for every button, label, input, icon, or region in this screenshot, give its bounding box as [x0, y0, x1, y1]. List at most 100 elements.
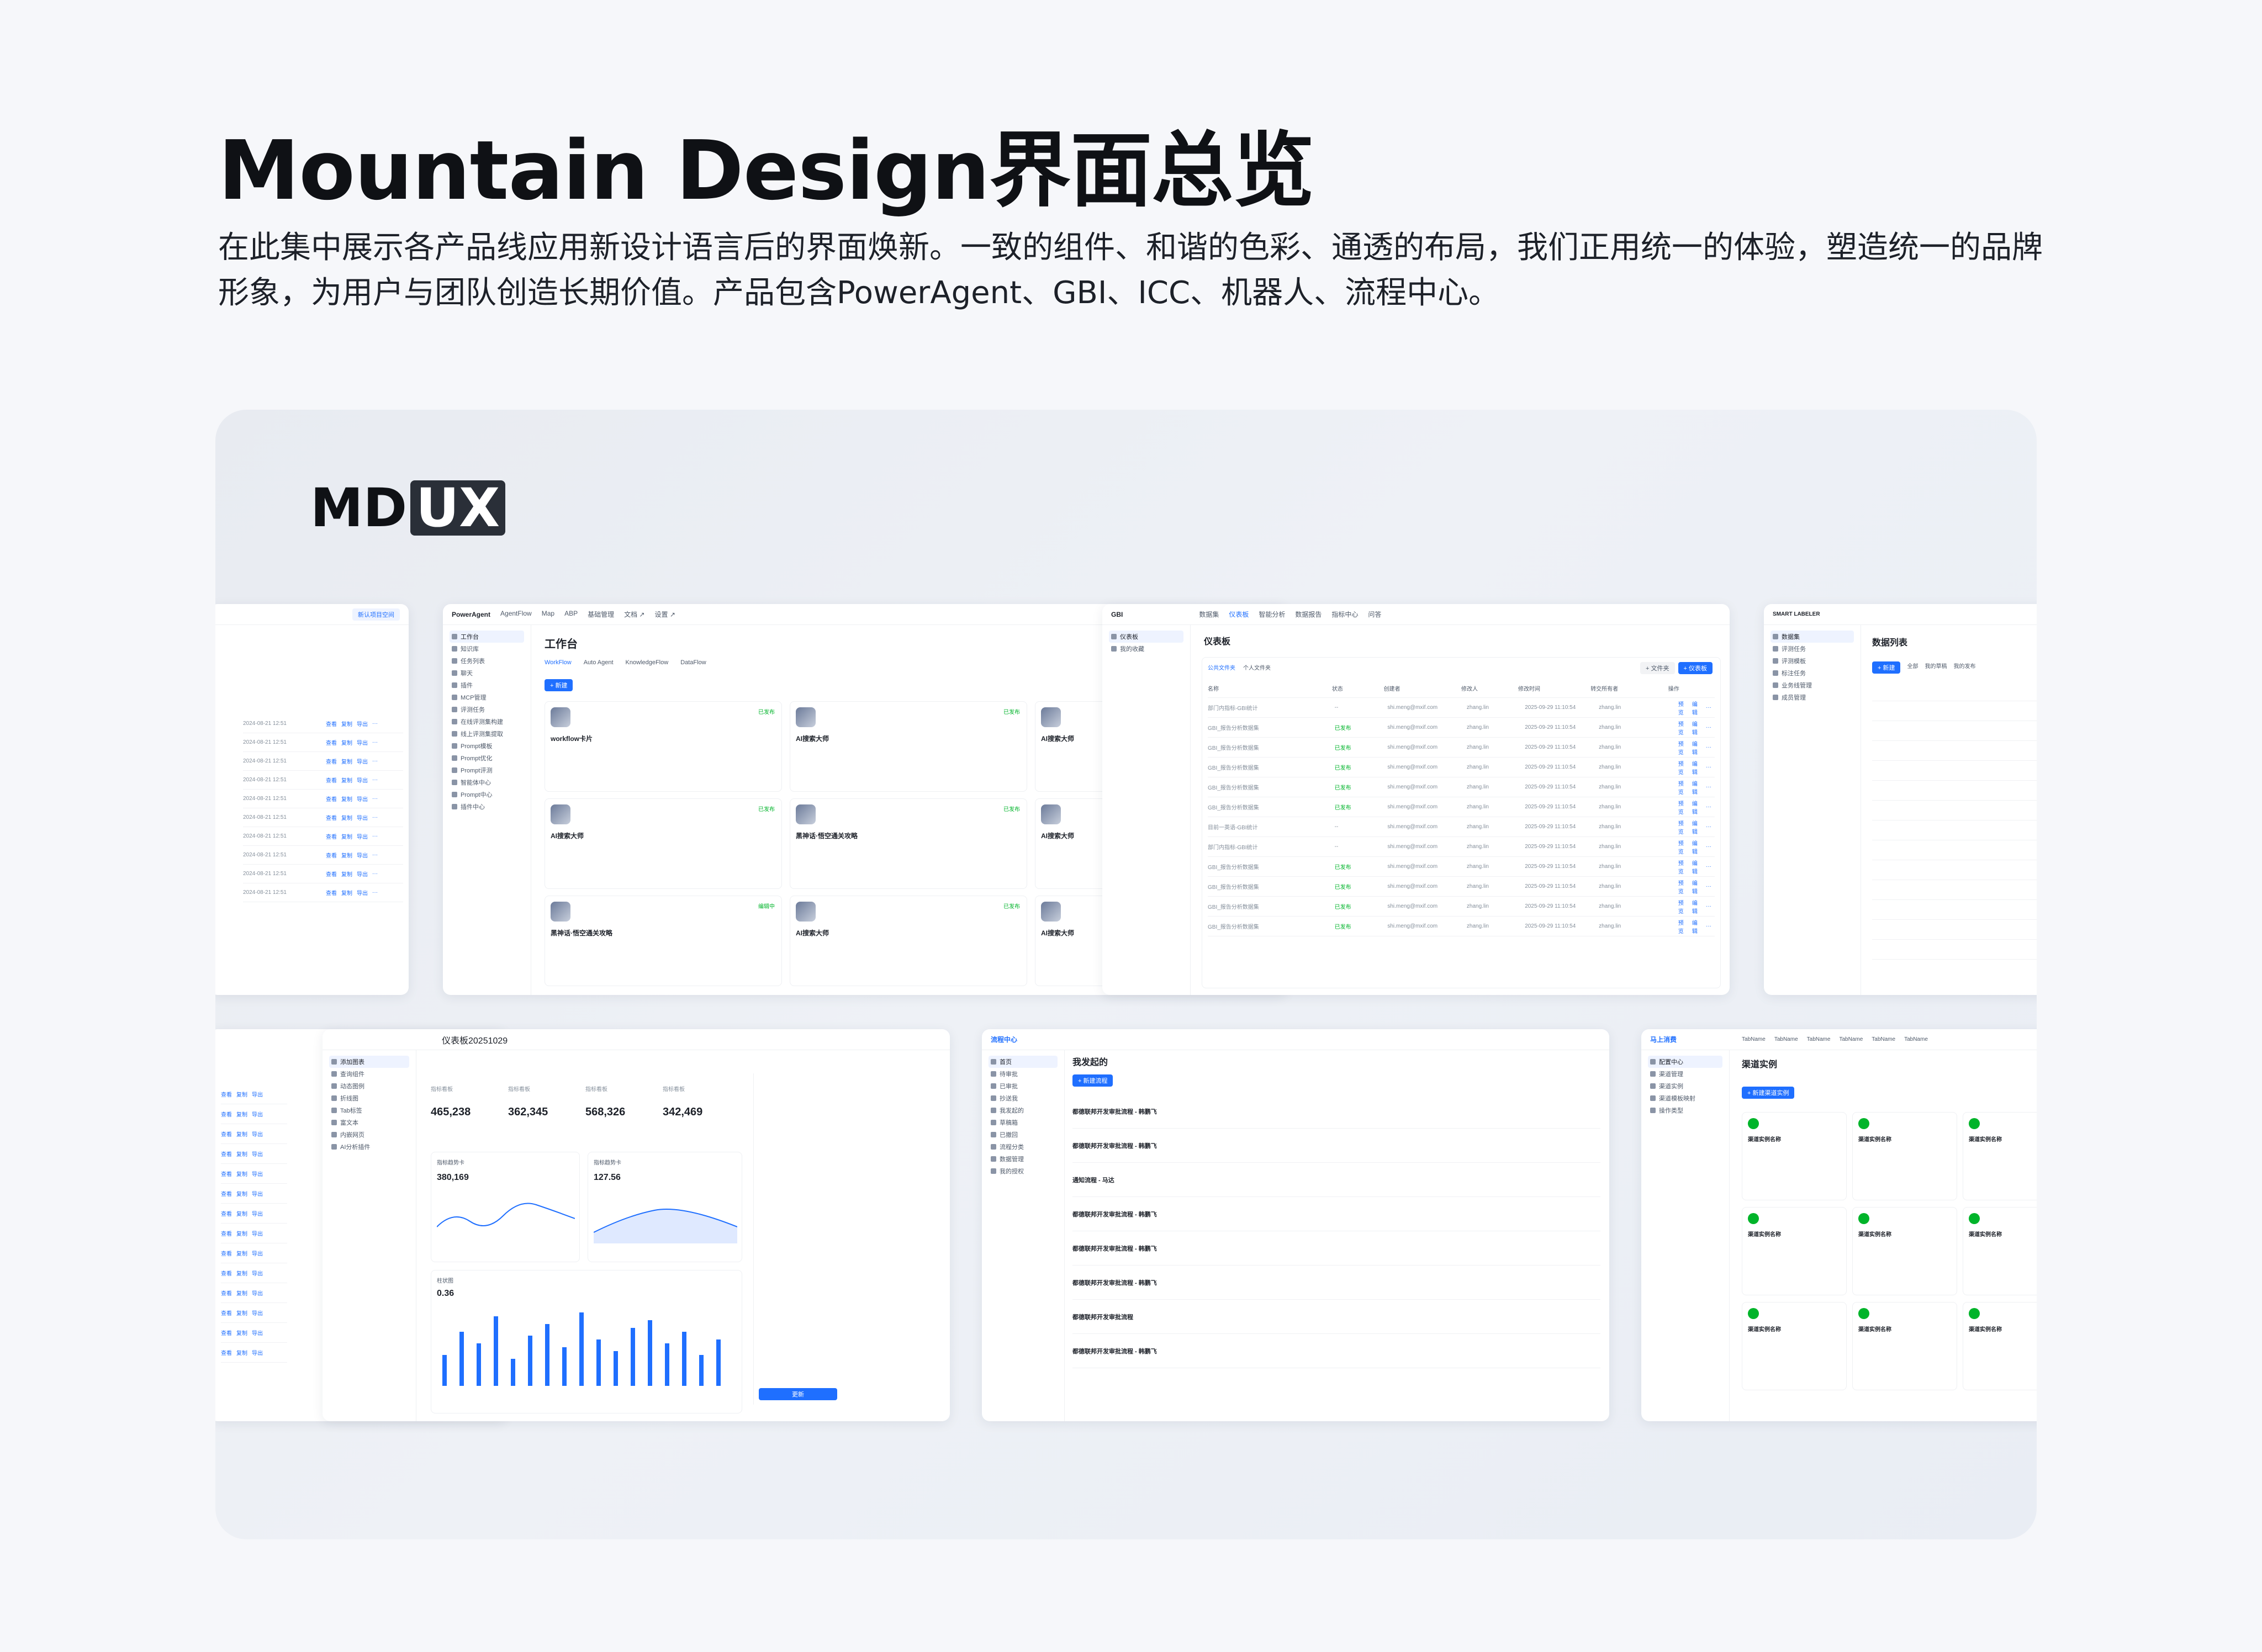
nav-item[interactable]: 基础管理	[588, 610, 614, 619]
action-link[interactable]: 复制	[236, 1269, 247, 1277]
channel-card[interactable]: 渠道实例名称	[1852, 1112, 1957, 1200]
action-link[interactable]: 导出	[357, 813, 368, 822]
action-link[interactable]: 预览	[1678, 819, 1689, 835]
action-link[interactable]: 查看	[221, 1249, 232, 1257]
tab[interactable]: 全部	[1907, 661, 1918, 674]
action-link[interactable]: 复制	[236, 1189, 247, 1198]
channel-card[interactable]: 渠道实例名称	[1963, 1302, 2037, 1390]
sidebar-item[interactable]: 已审批	[989, 1080, 1058, 1092]
sidebar-item[interactable]: 草稿箱	[989, 1116, 1058, 1129]
channel-card[interactable]: 渠道实例名称	[1963, 1112, 2037, 1200]
new-flow-button[interactable]: + 新建流程	[1072, 1074, 1113, 1087]
action-link[interactable]: 导出	[252, 1348, 263, 1357]
new-channel-button[interactable]: + 新建渠道实例	[1742, 1087, 1795, 1099]
flow-row[interactable]: 都德联邦开发审批流程 - 韩鹏飞	[1072, 1334, 1600, 1368]
action-link[interactable]: ···	[1706, 923, 1711, 929]
action-link[interactable]: 复制	[236, 1348, 247, 1357]
nav-item[interactable]: Map	[542, 610, 554, 619]
action-link[interactable]: ···	[372, 739, 378, 745]
action-link[interactable]: 查看	[221, 1289, 232, 1297]
nav-item[interactable]: 智能分析	[1259, 610, 1285, 619]
action-link[interactable]: 查看	[326, 719, 337, 728]
action-link[interactable]: 查看	[326, 738, 337, 746]
agent-card[interactable]: 已发布 AI搜索大师	[545, 798, 782, 889]
channel-card[interactable]: 渠道实例名称	[1852, 1207, 1957, 1295]
sidebar-item[interactable]: 富文本	[329, 1116, 409, 1129]
action-link[interactable]: ···	[372, 814, 378, 820]
action-link[interactable]: 编辑	[1692, 918, 1703, 935]
action-link[interactable]: ···	[1706, 724, 1711, 730]
action-link[interactable]: 导出	[252, 1289, 263, 1297]
action-link[interactable]: 复制	[341, 888, 352, 897]
action-link[interactable]: 导出	[357, 719, 368, 728]
action-link[interactable]: 复制	[341, 738, 352, 746]
action-link[interactable]: 导出	[252, 1269, 263, 1277]
flow-row[interactable]: 都德联邦开发审批流程 - 韩鹏飞	[1072, 1266, 1600, 1300]
sidebar-item[interactable]: 抄送我	[989, 1092, 1058, 1104]
action-link[interactable]: 导出	[357, 795, 368, 803]
sidebar-item[interactable]: 仪表板	[1109, 631, 1183, 643]
action-link[interactable]: 复制	[236, 1169, 247, 1178]
action-link[interactable]: 查看	[221, 1130, 232, 1138]
sidebar-item[interactable]: 智能体中心	[450, 776, 524, 788]
flow-row[interactable]: 都德联邦开发审批流程 - 韩鹏飞	[1072, 1231, 1600, 1266]
sidebar-item[interactable]: Prompt模板	[450, 740, 524, 752]
action-link[interactable]: 导出	[252, 1169, 263, 1178]
action-link[interactable]: 导出	[357, 776, 368, 784]
channel-card[interactable]: 渠道实例名称	[1852, 1302, 1957, 1390]
tab[interactable]: 我的发布	[1953, 661, 1975, 674]
action-link[interactable]: 查看	[326, 870, 337, 878]
action-link[interactable]: 编辑	[1692, 859, 1703, 875]
action-link[interactable]: 预览	[1678, 700, 1689, 716]
sidebar-item[interactable]: Tab标签	[329, 1104, 409, 1116]
sidebar-item[interactable]: 渠道管理	[1648, 1068, 1722, 1080]
action-link[interactable]: 查看	[221, 1309, 232, 1317]
action-link[interactable]: 编辑	[1692, 719, 1703, 736]
action-link[interactable]: ···	[372, 796, 378, 802]
action-link[interactable]: 导出	[357, 888, 368, 897]
action-link[interactable]: 查看	[221, 1209, 232, 1217]
action-link[interactable]: ···	[372, 852, 378, 858]
action-link[interactable]: 导出	[252, 1328, 263, 1337]
action-link[interactable]: 复制	[236, 1110, 247, 1118]
nav-item[interactable]: 数据报告	[1295, 610, 1322, 619]
sidebar-item[interactable]: Prompt优化	[450, 752, 524, 764]
sidebar-item[interactable]: 渠道实例	[1648, 1080, 1722, 1092]
action-link[interactable]: 预览	[1678, 719, 1689, 736]
action-link[interactable]: ···	[1706, 864, 1711, 870]
nav-item[interactable]: 设置 ↗	[654, 610, 675, 619]
action-link[interactable]: 编辑	[1692, 898, 1703, 915]
action-link[interactable]: 导出	[357, 757, 368, 765]
agent-card[interactable]: 已发布 黑神话·悟空通关攻略	[790, 798, 1027, 889]
flow-row[interactable]: 都德联邦开发审批流程 - 韩鹏飞	[1072, 1094, 1600, 1129]
tab[interactable]: TabName	[1839, 1036, 1863, 1042]
action-link[interactable]: 复制	[236, 1150, 247, 1158]
action-link[interactable]: 查看	[326, 813, 337, 822]
tab[interactable]: WorkFlow	[545, 659, 572, 666]
tab[interactable]: TabName	[1904, 1036, 1928, 1042]
action-link[interactable]: ···	[1706, 784, 1711, 790]
action-link[interactable]: 预览	[1678, 859, 1689, 875]
action-link[interactable]: 导出	[252, 1209, 263, 1217]
action-link[interactable]: ···	[1706, 705, 1711, 711]
action-link[interactable]: ···	[1706, 764, 1711, 770]
update-button[interactable]: 更新	[759, 1388, 837, 1400]
action-link[interactable]: 复制	[341, 719, 352, 728]
sidebar-item[interactable]: 插件中心	[450, 801, 524, 813]
action-link[interactable]: ···	[1706, 903, 1711, 909]
new-button[interactable]: + 新建	[545, 679, 573, 691]
nav-item[interactable]: ABP	[564, 610, 578, 619]
action-link[interactable]: 预览	[1678, 739, 1689, 756]
action-link[interactable]: 查看	[326, 832, 337, 840]
sidebar-item[interactable]: 聊天	[450, 667, 524, 679]
sidebar-item[interactable]: Prompt中心	[450, 788, 524, 801]
sidebar-item[interactable]: 渠道模板映射	[1648, 1092, 1722, 1104]
action-link[interactable]: ···	[372, 721, 378, 727]
action-link[interactable]: 查看	[221, 1090, 232, 1098]
action-link[interactable]: 预览	[1678, 918, 1689, 935]
sidebar-item[interactable]: 添加图表	[329, 1056, 409, 1068]
action-link[interactable]: 导出	[357, 832, 368, 840]
action-link[interactable]: 查看	[221, 1189, 232, 1198]
action-link[interactable]: 查看	[221, 1229, 232, 1237]
action-link[interactable]: ···	[1706, 883, 1711, 889]
